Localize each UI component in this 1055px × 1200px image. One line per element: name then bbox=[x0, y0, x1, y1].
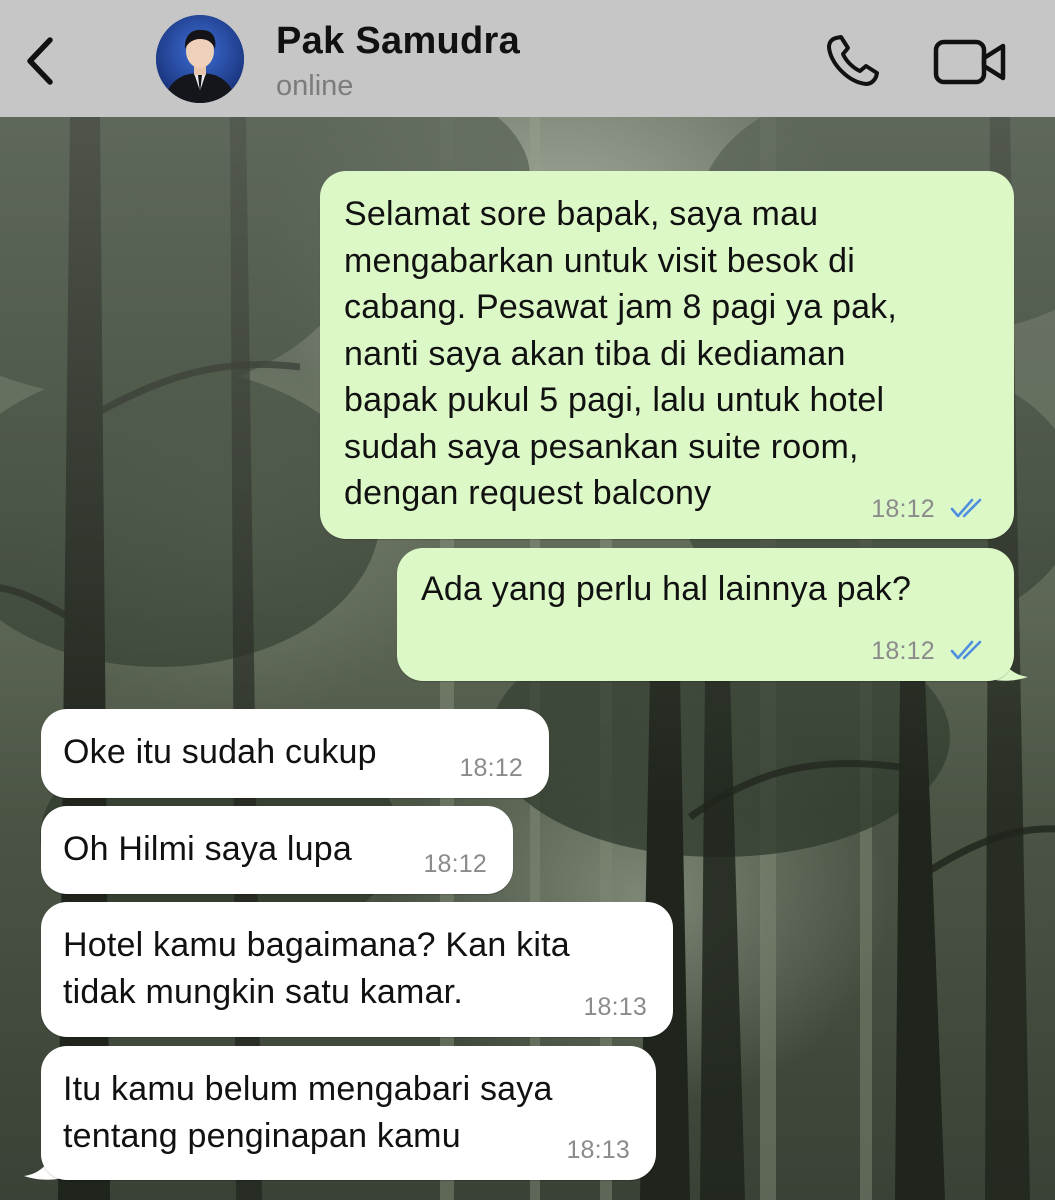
contact-name[interactable]: Pak Samudra bbox=[276, 20, 520, 63]
message-line: Ada yang perlu hal lainnya pak? bbox=[421, 570, 912, 608]
avatar[interactable] bbox=[156, 15, 244, 103]
voice-call-button[interactable] bbox=[822, 32, 884, 90]
message-time: 18:13 bbox=[583, 993, 647, 1021]
message-time: 18:12 bbox=[871, 637, 935, 665]
incoming-message[interactable]: Itu kamu belum mengabari saya tentang pe… bbox=[41, 1046, 656, 1180]
message-time: 18:12 bbox=[871, 495, 935, 523]
outgoing-message[interactable]: Ada yang perlu hal lainnya pak? 18:12 bbox=[397, 548, 1014, 681]
message-line: Oke itu sudah cukup bbox=[63, 733, 377, 771]
message-line: bapak pukul 5 pagi, lalu untuk hotel bbox=[344, 381, 885, 419]
message-line: Itu kamu belum mengabari saya bbox=[63, 1070, 553, 1108]
message-meta: 18:12 bbox=[871, 495, 990, 523]
message-line: tentang penginapan kamu bbox=[63, 1116, 461, 1155]
message-line: mengabarkan untuk visit besok di bbox=[344, 241, 856, 280]
message-line: nanti saya akan tiba di kediaman bbox=[344, 334, 846, 373]
message-meta: 18:12 bbox=[871, 637, 990, 665]
incoming-message[interactable]: Oh Hilmi saya lupa 18:12 bbox=[41, 806, 513, 894]
incoming-message[interactable]: Hotel kamu bagaimana? Kan kita tidak mun… bbox=[41, 902, 673, 1037]
outgoing-message[interactable]: Selamat sore bapak, saya mau mengabarkan… bbox=[320, 171, 1014, 539]
video-call-button[interactable] bbox=[932, 36, 1008, 88]
contact-status: online bbox=[276, 70, 354, 102]
message-time: 18:13 bbox=[566, 1136, 630, 1164]
phone-icon bbox=[827, 35, 879, 86]
message-line: sudah saya pesankan suite room, bbox=[344, 427, 859, 466]
message-time: 18:12 bbox=[459, 754, 523, 782]
back-button[interactable] bbox=[20, 30, 64, 90]
message-line: Selamat sore bapak, saya mau bbox=[344, 195, 819, 233]
message-line: Hotel kamu bagaimana? Kan kita bbox=[63, 926, 570, 964]
video-camera-icon bbox=[933, 39, 1006, 85]
message-line: tidak mungkin satu kamar. bbox=[63, 972, 463, 1011]
message-time: 18:12 bbox=[423, 850, 487, 878]
read-receipt-icon bbox=[950, 498, 982, 518]
read-receipt-icon bbox=[950, 640, 982, 660]
chevron-left-icon bbox=[27, 37, 53, 85]
message-line: cabang. Pesawat jam 8 pagi ya pak, bbox=[344, 288, 898, 326]
chat-header: Pak Samudra online bbox=[0, 0, 1055, 117]
incoming-message[interactable]: Oke itu sudah cukup 18:12 bbox=[41, 709, 549, 798]
